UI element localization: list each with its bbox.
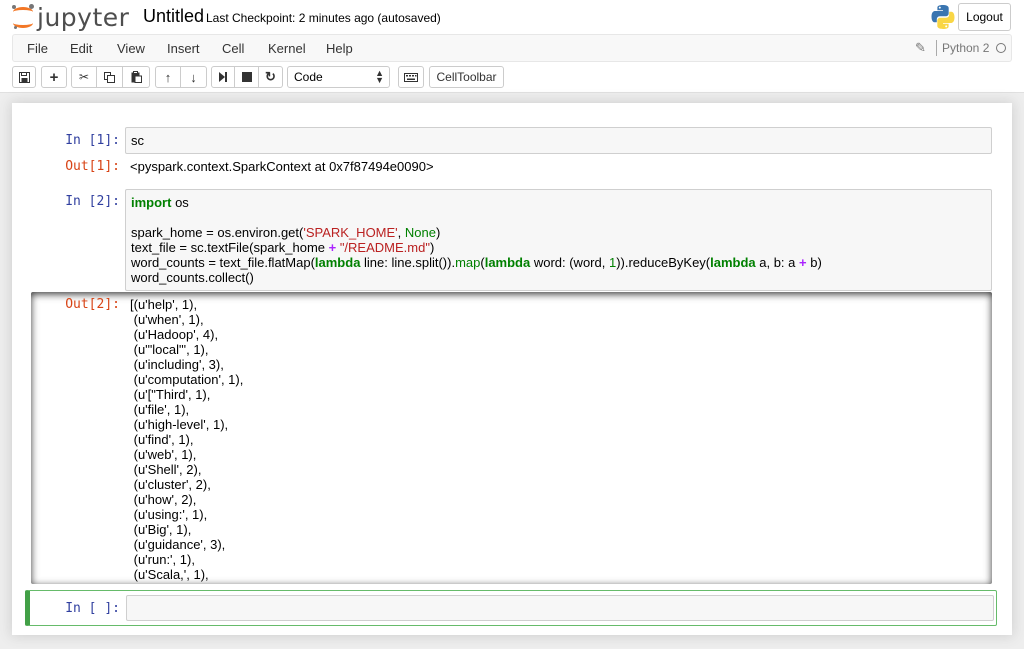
selected-code-cell[interactable]: In [ ]: [25, 590, 997, 626]
arrow-down-icon: ↓ [190, 69, 197, 85]
notebook-name[interactable]: Untitled [143, 6, 204, 27]
code-cell-input[interactable]: sc [125, 127, 992, 154]
scissors-icon: ✂ [78, 70, 90, 84]
cell-in-prompt: In [2]: [65, 194, 120, 209]
paste-button[interactable] [123, 66, 150, 88]
checkpoint-status: Last Checkpoint: 2 minutes ago (autosave… [206, 11, 441, 25]
save-button[interactable] [12, 66, 36, 88]
run-cell-button[interactable] [211, 66, 235, 88]
keyboard-icon [404, 72, 418, 82]
pencil-icon[interactable]: ✎ [915, 40, 926, 56]
copy-button[interactable] [97, 66, 123, 88]
jupyter-logo[interactable]: jupyter [12, 2, 129, 32]
header: jupyter Untitled Last Checkpoint: 2 minu… [0, 0, 1024, 93]
kernel-idle-indicator-icon [996, 43, 1006, 53]
menu-edit[interactable]: Edit [70, 41, 92, 56]
move-up-button[interactable]: ↑ [155, 66, 181, 88]
python-logo-icon [931, 5, 955, 29]
code-cell-input[interactable] [126, 595, 994, 621]
logo-text: jupyter [37, 2, 130, 32]
interrupt-kernel-button[interactable] [235, 66, 259, 88]
cell-output: [(u'help', 1), (u'when', 1), (u'Hadoop',… [130, 297, 244, 584]
cell-in-prompt: In [1]: [65, 133, 120, 148]
menu-help[interactable]: Help [326, 41, 353, 56]
move-down-button[interactable]: ↓ [181, 66, 207, 88]
plus-icon: + [49, 68, 59, 86]
stop-icon [241, 72, 252, 82]
paste-icon [131, 71, 142, 83]
menubar: File Edit View Insert Cell Kernel Help ✎… [12, 34, 1012, 62]
arrow-up-icon: ↑ [164, 69, 172, 85]
code-cell-input[interactable]: import os spark_home = os.environ.get('S… [125, 189, 992, 291]
menu-cell[interactable]: Cell [222, 41, 244, 56]
cell-output: <pyspark.context.SparkContext at 0x7f874… [130, 159, 434, 174]
divider [936, 40, 937, 56]
save-icon [18, 71, 30, 83]
cell-out-prompt: Out[1]: [65, 159, 120, 174]
command-palette-button[interactable] [398, 66, 424, 88]
step-forward-icon [219, 72, 227, 82]
scrolled-output-area[interactable]: Out[2]: [(u'help', 1), (u'when', 1), (u'… [31, 292, 992, 584]
celltoolbar-button[interactable]: CellToolbar [429, 66, 504, 88]
cell-type-value: Code [294, 70, 323, 84]
restart-kernel-button[interactable]: ↻ [259, 66, 283, 88]
cell-in-prompt: In [ ]: [65, 601, 120, 616]
cell-type-select[interactable]: Code ▲ ▼ [287, 66, 390, 88]
copy-icon [104, 71, 115, 83]
refresh-icon: ↻ [265, 69, 276, 84]
code-text: sc [131, 133, 144, 148]
menu-kernel[interactable]: Kernel [268, 41, 306, 56]
code-text: import os spark_home = os.environ.get('S… [131, 195, 822, 285]
kernel-name: Python 2 [942, 41, 990, 55]
insert-cell-button[interactable]: + [41, 66, 67, 88]
jupyter-mark-icon [12, 4, 34, 30]
menu-insert[interactable]: Insert [167, 41, 200, 56]
logout-button[interactable]: Logout [958, 3, 1011, 31]
notebook-container: In [1]: sc Out[1]: <pyspark.context.Spar… [12, 103, 1012, 635]
menu-view[interactable]: View [117, 41, 145, 56]
cell-out-prompt: Out[2]: [65, 297, 120, 312]
cut-button[interactable]: ✂ [71, 66, 97, 88]
menu-file[interactable]: File [27, 41, 48, 56]
select-arrows-icon: ▲ ▼ [375, 68, 384, 85]
